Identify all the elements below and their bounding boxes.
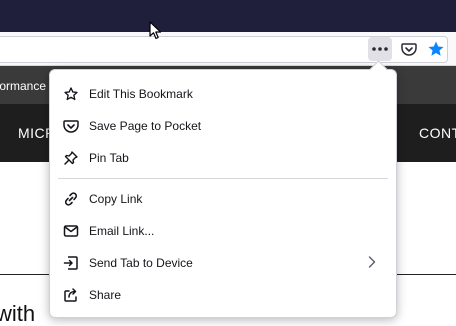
link-icon — [62, 190, 80, 208]
menu-item-label: Share — [89, 288, 122, 302]
pocket-icon — [62, 117, 80, 135]
share-icon — [62, 286, 80, 304]
menu-item-label: Email Link... — [89, 224, 155, 238]
page-nav-link-right[interactable]: CONT — [419, 125, 456, 141]
menu-item-send-tab-to-device[interactable]: Send Tab to Device — [55, 248, 391, 278]
menu-item-email-link[interactable]: Email Link... — [55, 216, 391, 246]
page-actions-button[interactable] — [368, 37, 392, 61]
send-tab-icon — [62, 254, 80, 272]
title-bar — [0, 0, 456, 32]
email-icon — [62, 222, 80, 240]
menu-item-pin-tab[interactable]: Pin Tab — [55, 143, 391, 173]
page-top-bar-text: formance — [0, 79, 47, 93]
star-filled-icon — [428, 41, 444, 56]
menu-item-copy-link[interactable]: Copy Link — [55, 184, 391, 214]
star-outline-icon — [62, 85, 80, 103]
bookmark-star-button[interactable] — [425, 38, 447, 60]
menu-item-label: Edit This Bookmark — [89, 87, 193, 101]
menu-separator — [58, 178, 388, 179]
menu-item-label: Pin Tab — [89, 151, 129, 165]
menu-item-save-to-pocket[interactable]: Save Page to Pocket — [55, 111, 391, 141]
page-body-text: with — [0, 301, 36, 326]
menu-item-label: Copy Link — [89, 192, 143, 206]
pocket-button[interactable] — [398, 38, 420, 60]
menu-item-share[interactable]: Share — [55, 280, 391, 310]
more-horizontal-icon — [372, 47, 388, 51]
pin-icon — [62, 149, 80, 167]
mouse-cursor-icon — [149, 21, 162, 40]
menu-item-label: Send Tab to Device — [89, 256, 193, 270]
chevron-right-icon — [366, 255, 378, 269]
menu-item-label: Save Page to Pocket — [89, 119, 202, 133]
pocket-icon — [401, 43, 417, 56]
menu-item-edit-bookmark[interactable]: Edit This Bookmark — [55, 79, 391, 109]
